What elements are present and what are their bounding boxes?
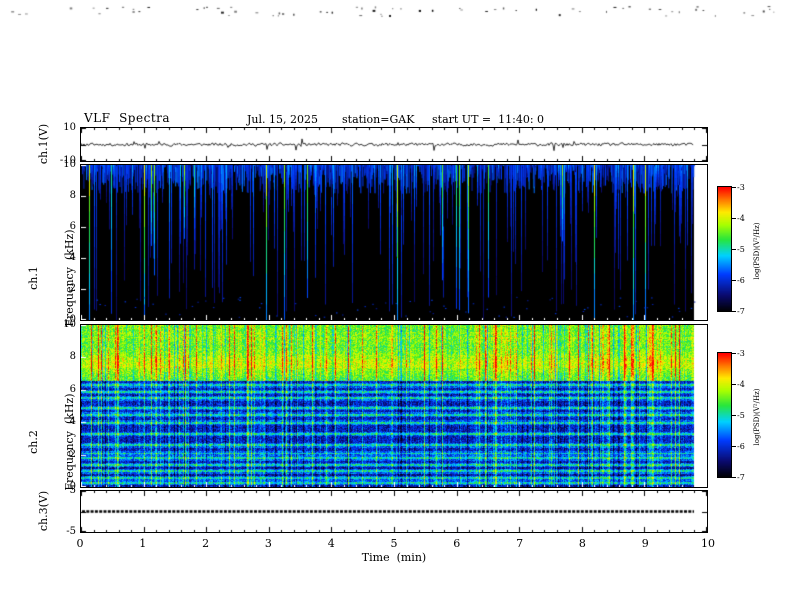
colorbar-ch2-canvas bbox=[718, 353, 731, 477]
colorbar-tick-mark bbox=[732, 280, 736, 281]
ch2-spectrogram-canvas bbox=[81, 325, 707, 487]
colorbar-tick-mark bbox=[732, 415, 736, 416]
x-tick-label: 3 bbox=[264, 537, 272, 550]
y-tick-label: 10 bbox=[63, 159, 76, 170]
ch3-waveform-panel bbox=[80, 490, 708, 533]
colorbar-tick-mark bbox=[732, 311, 736, 312]
colorbar-tick-label: -3 bbox=[737, 349, 745, 358]
y-tick-label: 10 bbox=[63, 319, 76, 330]
y-tick-label: 2 bbox=[69, 448, 76, 460]
colorbar-tick-mark bbox=[732, 218, 736, 219]
colorbar-ch2-title: log(PSD)(V²/Hz) bbox=[753, 388, 761, 446]
x-tick-label: 0 bbox=[76, 537, 84, 550]
x-tick-label: 10 bbox=[701, 537, 715, 550]
y-tick-label: 8 bbox=[69, 190, 76, 201]
y-tick-label: 10 bbox=[63, 122, 76, 133]
colorbar-tick-label: -4 bbox=[737, 380, 745, 389]
station-label: station=GAK bbox=[342, 113, 415, 126]
ch1-waveform-panel bbox=[80, 127, 708, 162]
ch1-spectrogram-panel bbox=[80, 164, 708, 321]
y-tick-label: -5 bbox=[66, 526, 76, 537]
time-axis-label: Time (min) bbox=[361, 551, 427, 564]
y-tick-label: 6 bbox=[69, 221, 76, 232]
plot-title: VLF Spectra bbox=[84, 111, 171, 125]
colorbar-tick-label: -3 bbox=[737, 183, 745, 192]
y-tick-label: 5 bbox=[69, 485, 76, 496]
y-tick-label: 2 bbox=[69, 283, 76, 294]
x-tick-label: 1 bbox=[139, 537, 147, 550]
colorbar-ch1-title: log(PSD)(V²/Hz) bbox=[753, 222, 761, 280]
colorbar-ch1 bbox=[717, 186, 732, 312]
ch1-spectrogram-canvas bbox=[81, 165, 707, 320]
y-tick-label: 4 bbox=[69, 416, 76, 428]
x-tick-label: 8 bbox=[578, 537, 586, 550]
colorbar-ch2 bbox=[717, 352, 732, 478]
x-tick-label: 2 bbox=[202, 537, 210, 550]
colorbar-tick-label: -4 bbox=[737, 214, 745, 223]
x-tick-label: 6 bbox=[453, 537, 461, 550]
colorbar-tick-mark bbox=[732, 353, 736, 354]
ch1-axis-label-line1: ch.1 bbox=[27, 266, 40, 290]
plot-date: Jul. 15, 2025 bbox=[247, 113, 318, 126]
y-tick-label: 6 bbox=[69, 383, 76, 395]
vlf-spectra-plot-page: VLF Spectra Jul. 15, 2025 station=GAK st… bbox=[0, 0, 792, 612]
start-ut-label: start UT = 11:40: 0 bbox=[432, 113, 545, 126]
colorbar-tick-mark bbox=[732, 446, 736, 447]
colorbar-tick-label: -6 bbox=[737, 442, 745, 451]
colorbar-tick-label: -6 bbox=[737, 276, 745, 285]
ch1-waveform-canvas bbox=[81, 128, 707, 161]
y-tick-label: 8 bbox=[69, 351, 76, 363]
colorbar-ch1-canvas bbox=[718, 187, 731, 311]
ch3-waveform-canvas bbox=[81, 491, 707, 532]
page-noise-speckles bbox=[0, 0, 792, 30]
x-tick-label: 5 bbox=[390, 537, 398, 550]
x-tick-label: 4 bbox=[327, 537, 335, 550]
colorbar-tick-mark bbox=[732, 384, 736, 385]
x-tick-label: 9 bbox=[641, 537, 649, 550]
x-tick-label: 7 bbox=[516, 537, 524, 550]
colorbar-tick-label: -7 bbox=[737, 473, 745, 482]
y-tick-label: 4 bbox=[69, 252, 76, 263]
colorbar-tick-label: -7 bbox=[737, 307, 745, 316]
colorbar-tick-mark bbox=[732, 187, 736, 188]
ch1-voltage-axis-label: ch.1(V) bbox=[37, 123, 50, 165]
ch2-spectrogram-panel bbox=[80, 324, 708, 488]
colorbar-tick-label: -5 bbox=[737, 411, 745, 420]
colorbar-tick-mark bbox=[732, 477, 736, 478]
colorbar-tick-label: -5 bbox=[737, 245, 745, 254]
colorbar-tick-mark bbox=[732, 249, 736, 250]
